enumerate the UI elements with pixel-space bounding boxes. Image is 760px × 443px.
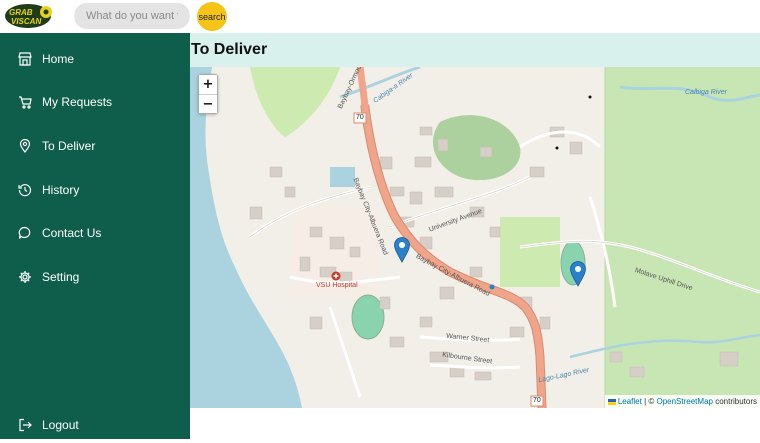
- attribution-contributors: contributors: [712, 397, 757, 406]
- sidebar-item-my-requests[interactable]: My Requests: [0, 84, 190, 120]
- sidebar-item-setting[interactable]: Setting: [0, 259, 190, 295]
- top-bar: GRAB VISCAN search: [0, 0, 760, 33]
- store-icon: [17, 51, 33, 67]
- sidebar-item-label: History: [42, 183, 80, 197]
- sidebar-item-label: To Deliver: [42, 139, 96, 153]
- gear-icon: [17, 269, 33, 285]
- attribution-separator: | ©: [641, 397, 657, 406]
- sidebar-item-label: Setting: [42, 270, 80, 284]
- location-pin-icon: [17, 138, 33, 154]
- sidebar-item-label: Home: [42, 52, 75, 66]
- cart-icon: [17, 94, 33, 110]
- sidebar-item-label: Contact Us: [42, 226, 102, 240]
- sidebar-item-to-deliver[interactable]: To Deliver: [0, 128, 190, 164]
- sidebar-item-label: My Requests: [42, 95, 113, 109]
- hospital-label: VSU Hospital: [316, 282, 358, 289]
- logout-icon: [17, 417, 33, 433]
- route-shield-label: 70: [356, 114, 364, 121]
- search-input[interactable]: [74, 3, 190, 29]
- river-label: Calbiga River: [685, 89, 728, 96]
- sidebar-item-history[interactable]: History: [0, 172, 190, 208]
- zoom-control: + −: [198, 74, 218, 114]
- zoom-out-button[interactable]: −: [199, 94, 217, 113]
- map-attribution: Leaflet | © OpenStreetMap contributors: [604, 395, 760, 408]
- destination-marker-pin[interactable]: [570, 261, 586, 287]
- zoom-in-button[interactable]: +: [199, 75, 217, 94]
- sidebar-item-home[interactable]: Home: [0, 41, 190, 77]
- delivery-map[interactable]: 70 70 Cabiga-a River Calbiga River Bayba…: [190, 67, 760, 408]
- leaflet-link[interactable]: Leaflet: [618, 397, 642, 406]
- chat-icon: [17, 225, 33, 241]
- app-logo[interactable]: GRAB VISCAN: [4, 2, 54, 30]
- route-shield-label: 70: [533, 397, 541, 404]
- ukraine-flag-icon: [607, 398, 616, 405]
- delivery-marker-pin[interactable]: [394, 237, 410, 263]
- logo-text-bottom: VISCAN: [11, 17, 41, 26]
- logout-label: Logout: [42, 418, 79, 432]
- search-button[interactable]: search: [197, 2, 227, 31]
- hospital-icon: [331, 271, 341, 281]
- logout-button[interactable]: Logout: [0, 407, 190, 443]
- page-title: To Deliver: [190, 33, 760, 67]
- openstreetmap-link[interactable]: OpenStreetMap: [656, 397, 712, 406]
- logo-text-top: GRAB: [9, 8, 33, 17]
- sidebar-item-contact-us[interactable]: Contact Us: [0, 215, 190, 251]
- history-icon: [17, 182, 33, 198]
- sidebar: Home My Requests To Deliver History Cont…: [0, 33, 190, 439]
- main-content: To Deliver 70 70 Cabiga-a River Calbiga …: [190, 33, 760, 439]
